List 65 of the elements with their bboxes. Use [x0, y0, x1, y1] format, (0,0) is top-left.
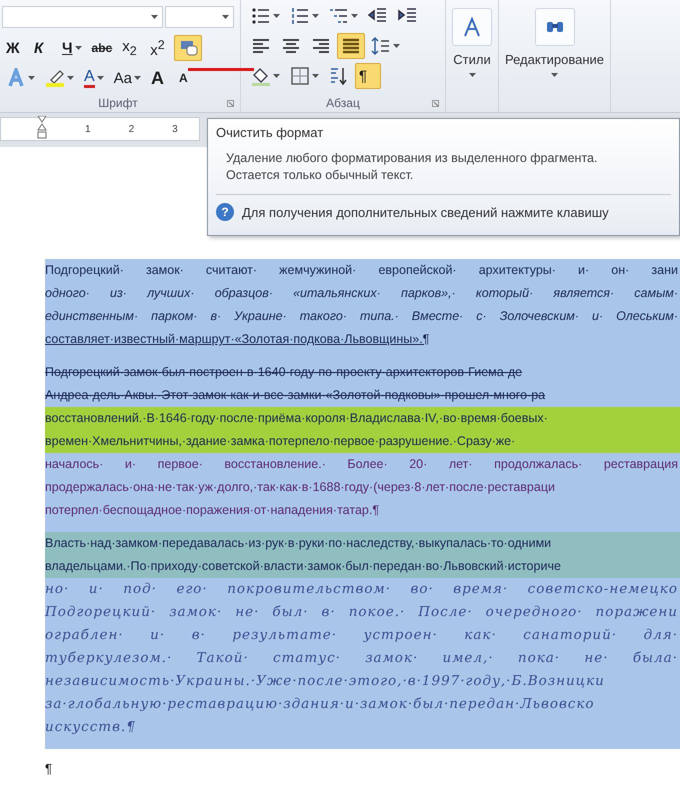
justify-icon [341, 36, 361, 56]
text-line: независимость·Украины.·Уже·после·этого,·в·1997·году,·Б.Возницки [45, 672, 606, 691]
format-button[interactable]: x$^{2}$ [146, 35, 172, 61]
tooltip-text: Остается только обычный текст. [225, 167, 414, 184]
format-button[interactable]: Ч [58, 35, 86, 61]
glowing-letter-icon [6, 68, 26, 88]
format-button[interactable]: ¶ [355, 63, 381, 89]
help-icon: ? [216, 203, 234, 221]
bulleted-list-icon [251, 6, 271, 26]
dropdown-caret-icon [468, 73, 476, 77]
format-button[interactable]: x$_{2}$ [118, 35, 144, 61]
text-line: продержалась·она·не·так·уж·долго,·так·как·в·1688·году·(через·8·лет·после·реставраци [45, 479, 556, 496]
dropdown-caret-icon [222, 15, 229, 19]
paragraph-mark: ¶ [45, 761, 53, 776]
numbered-list-icon [290, 6, 310, 26]
text-line: туберкулезом.· Такой· статус· замок· имел,· пока· не· была· [45, 649, 679, 668]
justify-button[interactable] [337, 33, 365, 59]
dropdown-caret-icon [551, 73, 558, 77]
format-button[interactable]: Ж [2, 35, 28, 61]
dropdown-caret-icon [150, 15, 158, 19]
tooltip-text: Удаление любого форматирования из выделенного фрагмента. [225, 150, 598, 167]
ruler-number: 2 [128, 124, 134, 134]
group-label: Абзац [326, 96, 360, 110]
text-line: Андреа·дель·Аквы.·Этот·замок·как·и·все·замки·«Золотой·подковы»·прошел·много·ра [45, 387, 546, 404]
format-button[interactable]: abc [88, 35, 116, 61]
font-size-field[interactable] [164, 6, 234, 28]
align-right-icon [311, 36, 331, 56]
text-line: искусств.¶ [45, 718, 137, 737]
tooltip-title: Очистить формат [216, 125, 324, 140]
text-line: Подгорецкий·замок·был·построен·в·1640·году·по·проекту·архитекторов·Гиема·де [45, 364, 524, 381]
sort-icon [329, 66, 349, 86]
letter-a-icon [461, 16, 483, 38]
text-line: одного· из· лучших· образцов· «итальянских· парков»,· который· является· самым· [45, 285, 679, 302]
text-line: началось· и· первое· восстановление.· Более· 20· лет· продолжалась· реставрация [45, 456, 679, 473]
text-line: потерпел·беспощадное·поражения·от·нападения·татар.¶ [45, 502, 380, 519]
text-line: составляет·известный·маршрут·«Золотая·подкова·Львовщины».¶ [45, 331, 430, 348]
format-button[interactable]: Aa [110, 65, 146, 91]
borders-icon [290, 66, 310, 86]
eraser-icon [178, 38, 198, 58]
font-name-field[interactable] [2, 6, 163, 28]
editing-button[interactable]: Редактирование [499, 0, 612, 112]
dialog-launcher-icon [432, 100, 439, 107]
text-line: за·глобальную·реставрацию·здания·и·замок·был·передан·Львовско [45, 695, 596, 714]
align-left-icon [251, 36, 271, 56]
ruler-number: 1 [85, 124, 91, 134]
paint-bucket-icon [251, 66, 271, 86]
highlighter-icon [45, 68, 65, 88]
format-button[interactable]: К [30, 35, 56, 61]
dialog-launcher-icon [227, 100, 234, 107]
styles-button[interactable]: Стили [446, 0, 499, 112]
multilevel-list-icon [329, 6, 349, 26]
help-text: Для получения дополнительных сведений нажмите клавишу [242, 204, 609, 220]
format-button[interactable]: A [147, 65, 174, 91]
align-center-icon [281, 36, 301, 56]
text-line: единственным· парком· в· Украине· такого· типа.· Вместе· с· Золочевским· и· Олеським· [45, 308, 679, 325]
format-button[interactable]: A [175, 65, 202, 91]
eraser-button[interactable] [174, 35, 202, 61]
text-line: Подгорецкий· замок· не· был· в· покое.· После· очередного· поражени [45, 603, 679, 622]
format-button[interactable]: A [80, 65, 108, 91]
text-line: Подгорецкий· замок· считают· жемчужиной· европейской· архитектуры· и· он· зани [45, 262, 679, 279]
line-spacing-icon [371, 36, 391, 56]
ruler-number: 3 [172, 124, 178, 134]
text-line: ограблен· и· в· результате· устроен· как· санаторий· для· [45, 626, 679, 645]
text-line: но· и· под· его· покровительством· во· время· советско-немецко [45, 580, 679, 599]
group-label: Шрифт [98, 96, 138, 110]
